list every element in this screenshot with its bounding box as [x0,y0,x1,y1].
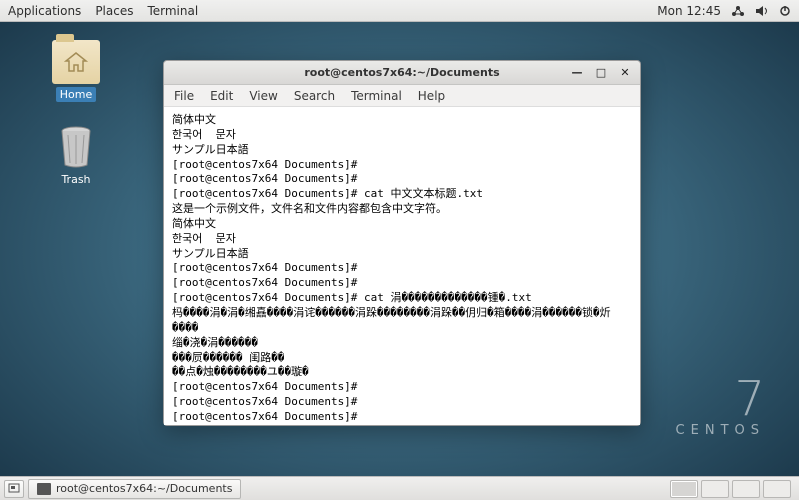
term-line: 한국어 문자 [172,232,632,247]
places-menu[interactable]: Places [95,4,133,18]
term-line: サンプル日本語 [172,143,632,158]
term-line: 简体中文 [172,217,632,232]
menu-file[interactable]: File [168,87,200,105]
term-line: サンプル日本語 [172,247,632,262]
minimize-button[interactable]: — [570,65,584,79]
term-line: [root@centos7x64 Documents]# [172,276,632,291]
term-line: ��点�烛��������ユ��璇� [172,365,632,380]
power-icon[interactable] [779,5,791,17]
centos-branding: 7 CENTOS [676,375,765,438]
menu-edit[interactable]: Edit [204,87,239,105]
desktop-icon [8,483,20,495]
window-title: root@centos7x64:~/Documents [304,66,499,79]
terminal-icon [37,483,51,495]
menu-view[interactable]: View [243,87,283,105]
term-line: [root@centos7x64 Documents]# [172,158,632,173]
workspace-3[interactable] [732,480,760,498]
trash-label: Trash [61,173,90,186]
menu-help[interactable]: Help [412,87,451,105]
show-desktop-button[interactable] [4,480,24,498]
top-panel: Applications Places Terminal Mon 12:45 [0,0,799,22]
workspace-2[interactable] [701,480,729,498]
clock[interactable]: Mon 12:45 [657,4,721,18]
trash-icon[interactable]: Trash [40,125,112,186]
term-line: [root@centos7x64 Documents]# cat 中文文本标题.… [172,187,632,202]
terminal-output[interactable]: 简体中文한국어 문자サンプル日本語[root@centos7x64 Docume… [164,107,640,425]
term-line: [root@centos7x64 Documents]# [172,261,632,276]
term-line: ���屃������ 闺路�� [172,351,632,366]
terminal-window: root@centos7x64:~/Documents — □ ✕ File E… [163,60,641,426]
home-folder-icon[interactable]: Home [40,40,112,101]
window-titlebar[interactable]: root@centos7x64:~/Documents — □ ✕ [164,61,640,85]
terminal-menu[interactable]: Terminal [147,4,198,18]
term-line: 这是一个示例文件，文件名和文件内容都包含中文字符。 [172,202,632,217]
workspace-4[interactable] [763,480,791,498]
close-button[interactable]: ✕ [618,65,632,79]
workspace-switcher[interactable] [670,480,795,498]
sound-icon[interactable] [755,5,769,17]
term-line: [root@centos7x64 Documents]# cat 涓������… [172,291,632,306]
applications-menu[interactable]: Applications [8,4,81,18]
menu-terminal[interactable]: Terminal [345,87,408,105]
desktop-icons: Home Trash [40,40,112,210]
term-line: 缁�浇�涓������ [172,336,632,351]
maximize-button[interactable]: □ [594,65,608,79]
terminal-menubar: File Edit View Search Terminal Help [164,85,640,107]
brand-name: CENTOS [676,423,765,438]
term-line: [root@centos7x64 Documents]# [172,410,632,425]
term-line: [root@centos7x64 Documents]# [172,395,632,410]
home-label: Home [56,87,96,102]
house-icon [64,51,88,73]
workspace-1[interactable] [670,480,698,498]
network-icon[interactable] [731,5,745,17]
menu-search[interactable]: Search [288,87,341,105]
trash-can-icon [58,125,94,169]
brand-version: 7 [676,375,765,423]
term-line: [root@centos7x64 Documents]# [172,380,632,395]
taskbar-terminal-button[interactable]: root@centos7x64:~/Documents [28,479,241,499]
bottom-panel: root@centos7x64:~/Documents [0,476,799,500]
term-line: [root@centos7x64 Documents]# [172,172,632,187]
task-label: root@centos7x64:~/Documents [56,482,232,495]
term-line: 한국어 문자 [172,128,632,143]
term-line: 杩����涓�涓�缃嚞����涓诧������涓跺��������涓跺��仴归�… [172,306,632,336]
term-line: 简体中文 [172,113,632,128]
